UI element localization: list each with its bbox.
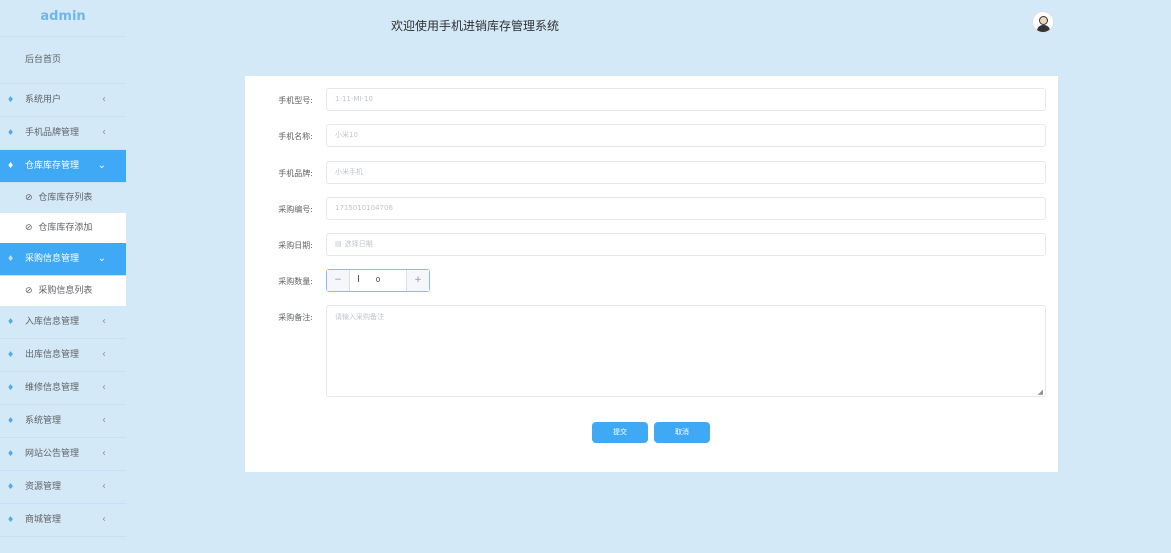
brand-input[interactable]: 小米手机 (326, 161, 1046, 184)
sidebar-item-warehouse-stock[interactable]: ♦ 仓库库存管理 ⌄ (0, 150, 126, 183)
clock-icon: ⊘ (25, 286, 33, 296)
remarks-textarea[interactable]: 请输入采购备注 ◢ (326, 305, 1046, 397)
purchase-no-label: 采购编号: (278, 205, 313, 214)
form-card: 手机型号: 1-11-MI-10 手机名称: 小米10 手机品牌: 小米手机 采… (245, 76, 1058, 472)
model-input[interactable]: 1-11-MI-10 (326, 88, 1046, 111)
sidebar-item-home[interactable]: 后台首页 (0, 37, 126, 84)
chevron-down-icon: ⌄ (97, 253, 106, 264)
sidebar-item-resources[interactable]: ♦ 资源管理 ‹ (0, 471, 126, 504)
sidebar-item-label: 采购信息管理 (25, 254, 80, 264)
sidebar-item-system-users[interactable]: ♦ 系统用户 ‹ (0, 84, 126, 117)
sidebar-item-label: 资源管理 (25, 482, 62, 492)
cancel-button[interactable]: 取消 (654, 422, 710, 443)
sidebar-item-label: 维修信息管理 (25, 383, 80, 393)
resize-grip-icon[interactable]: ◢ (1038, 388, 1043, 396)
sidebar-item-repair[interactable]: ♦ 维修信息管理 ‹ (0, 372, 126, 405)
gem-icon: ♦ (7, 482, 15, 491)
sidebar-item-purchase-info[interactable]: ♦ 采购信息管理 ⌄ (0, 243, 126, 276)
calendar-icon: ▤ (335, 240, 342, 248)
avatar-body (1037, 25, 1050, 32)
sidebar-item-label: 系统用户 (25, 95, 62, 105)
gem-icon: ♦ (7, 161, 15, 170)
sidebar-item-label: 系统管理 (25, 416, 62, 426)
chevron-left-icon: ‹ (102, 127, 106, 138)
quantity-label: 采购数量: (278, 277, 313, 286)
sidebar-item-label: 商城管理 (25, 515, 62, 525)
chevron-left-icon: ‹ (102, 448, 106, 459)
chevron-left-icon: ‹ (102, 415, 106, 426)
remarks-label: 采购备注: (278, 313, 313, 322)
sidebar-subitem-stock-add[interactable]: ⊘ 仓库库存添加 (0, 213, 126, 243)
quantity-stepper[interactable]: − 0 I + (326, 269, 430, 292)
gem-icon: ♦ (7, 254, 15, 263)
sidebar-subitem-purchase-list[interactable]: ⊘ 采购信息列表 (0, 276, 126, 306)
sidebar-item-mall[interactable]: ♦ 商城管理 ‹ (0, 504, 126, 537)
name-label: 手机名称: (278, 132, 313, 141)
chevron-left-icon: ‹ (102, 94, 106, 105)
sidebar-item-label: 出库信息管理 (25, 350, 80, 360)
sidebar-subitem-label: 采购信息列表 (38, 286, 93, 296)
sidebar-item-inbound[interactable]: ♦ 入库信息管理 ‹ (0, 306, 126, 339)
sidebar-item-brand-management[interactable]: ♦ 手机品牌管理 ‹ (0, 117, 126, 150)
sidebar-subitem-label: 仓库库存添加 (38, 223, 93, 233)
remarks-placeholder: 请输入采购备注 (335, 313, 384, 321)
avatar[interactable] (1032, 11, 1054, 33)
gem-icon: ♦ (7, 449, 15, 458)
chevron-left-icon: ‹ (102, 349, 106, 360)
text-cursor-icon: I (357, 274, 360, 285)
date-label: 采购日期: (278, 241, 313, 250)
purchase-no-input[interactable]: 1715010104706 (326, 197, 1046, 220)
brand-logo: admin (0, 0, 126, 37)
decrement-button[interactable]: − (327, 270, 350, 291)
date-picker[interactable]: ▤ 选择日期 (326, 233, 1046, 256)
sidebar-item-outbound[interactable]: ♦ 出库信息管理 ‹ (0, 339, 126, 372)
gem-icon: ♦ (7, 128, 15, 137)
submit-button[interactable]: 提交 (592, 422, 648, 443)
model-label: 手机型号: (278, 96, 313, 105)
chevron-left-icon: ‹ (102, 514, 106, 525)
chevron-left-icon: ‹ (102, 316, 106, 327)
name-input[interactable]: 小米10 (326, 124, 1046, 147)
gem-icon: ♦ (7, 383, 15, 392)
sidebar-item-label: 手机品牌管理 (25, 128, 80, 138)
chevron-left-icon: ‹ (102, 481, 106, 492)
sidebar-item-label: 入库信息管理 (25, 317, 80, 327)
gem-icon: ♦ (7, 317, 15, 326)
date-placeholder: 选择日期 (344, 240, 373, 248)
sidebar: admin 后台首页 ♦ 系统用户 ‹ ♦ 手机品牌管理 ‹ ♦ 仓库库存管理 … (0, 0, 126, 553)
avatar-head (1039, 16, 1048, 25)
sidebar-item-announcements[interactable]: ♦ 网站公告管理 ‹ (0, 438, 126, 471)
sidebar-subitem-stock-list[interactable]: ⊘ 仓库库存列表 (0, 183, 126, 213)
page-title: 欢迎使用手机进销库存管理系统 (391, 19, 560, 33)
gem-icon: ♦ (7, 350, 15, 359)
chevron-left-icon: ‹ (102, 382, 106, 393)
clock-icon: ⊘ (25, 223, 33, 233)
increment-button[interactable]: + (406, 270, 429, 291)
brand-label: 手机品牌: (278, 169, 313, 178)
gem-icon: ♦ (7, 416, 15, 425)
gem-icon: ♦ (7, 95, 15, 104)
chevron-down-icon: ⌄ (97, 160, 106, 171)
sidebar-subitem-label: 仓库库存列表 (38, 193, 93, 203)
clock-icon: ⊘ (25, 193, 33, 203)
gem-icon: ♦ (7, 515, 15, 524)
sidebar-item-label: 仓库库存管理 (25, 161, 80, 171)
sidebar-item-label: 网站公告管理 (25, 449, 80, 459)
sidebar-item-system-management[interactable]: ♦ 系统管理 ‹ (0, 405, 126, 438)
